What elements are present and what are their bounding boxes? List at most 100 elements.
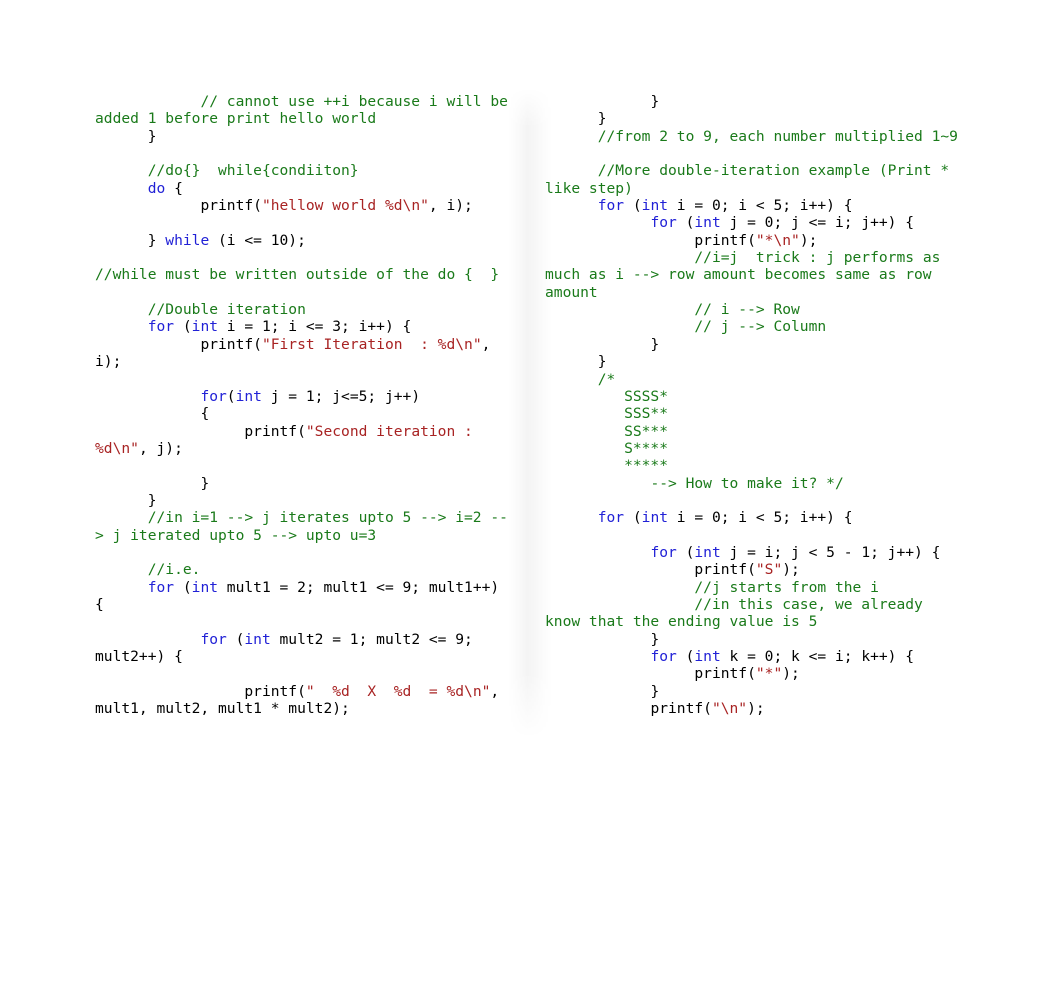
code-token-string: "*\n" (755, 231, 800, 249)
code-token-comment: //j starts from the i (545, 578, 879, 596)
code-line: for (int j = i; j < 5 - 1; j++) { (545, 544, 963, 561)
code-token-keyword: for (147, 318, 175, 336)
code-line: //while must be written outside of the d… (95, 266, 509, 283)
code-line: printf("First Iteration : %d\n", i); (95, 336, 509, 371)
code-line: /* (545, 371, 963, 388)
code-token-comment: //in this case, we already know that the… (545, 595, 932, 631)
code-line: } (95, 128, 509, 145)
code-token-string: "S" (755, 561, 783, 579)
code-token-comment: //do{} while{condiiton} (95, 162, 359, 180)
code-token-plain: ); (747, 700, 765, 718)
code-line: printf("*"); (545, 665, 963, 682)
code-line: SS*** (545, 423, 963, 440)
code-token-comment: // j --> Column (545, 318, 827, 336)
code-token-plain: ( (226, 387, 236, 405)
code-token-keyword: for (200, 630, 227, 648)
code-token-string: " %d X %d = %d\n" (305, 682, 491, 700)
code-token-comment: //i=j trick : j performs as much as i --… (545, 249, 950, 301)
code-line: } (545, 683, 963, 700)
code-token-keyword: for (147, 578, 175, 596)
code-token-keyword: for (650, 214, 677, 232)
code-line: //from 2 to 9, each number multiplied 1~… (545, 128, 963, 145)
code-token-plain: ( (174, 318, 192, 336)
code-token-keyword: for (200, 387, 227, 405)
code-token-keyword: int (641, 197, 669, 215)
code-token-plain: ); (782, 665, 800, 683)
code-token-string: "*" (755, 665, 783, 683)
code-line: for (int k = 0; k <= i; k++) { (545, 648, 963, 665)
code-token-keyword: while (165, 231, 210, 249)
code-column-left: // cannot use ++i because i will be adde… (95, 93, 509, 717)
code-token-comment: SSS** (545, 405, 669, 423)
code-token-plain: ( (676, 543, 695, 561)
code-token-comment: //from 2 to 9, each number multiplied 1~… (545, 127, 958, 145)
code-token-keyword: do (147, 179, 166, 197)
code-token-plain: } (545, 110, 607, 128)
code-line: ***** (545, 457, 963, 474)
code-column-right: } } //from 2 to 9, each number multiplie… (545, 93, 963, 717)
code-token-comment: //More double-iteration example (Print *… (545, 162, 958, 197)
code-token-keyword: int (694, 214, 721, 232)
code-line: //j starts from the i (545, 579, 963, 596)
code-token-string: "First Iteration : %d\n" (261, 335, 482, 353)
code-token-keyword: int (191, 318, 219, 336)
code-line: printf("\n"); (545, 700, 963, 717)
code-line: //do{} while{condiiton} (95, 162, 509, 179)
code-token-keyword: int (235, 387, 262, 405)
code-token-plain: } (545, 335, 660, 353)
code-line: S**** (545, 440, 963, 457)
code-token-plain: } (95, 231, 166, 249)
code-token-comment: SSSS* (545, 387, 669, 405)
code-token-comment: /* (545, 370, 616, 388)
code-line: for (int i = 0; i < 5; i++) { (545, 197, 963, 214)
code-token-plain: ( (624, 509, 642, 527)
code-token-plain: (i <= 10); (209, 231, 306, 249)
code-line: for (int i = 0; i < 5; i++) { (545, 509, 963, 526)
code-token-comment: --> How to make it? */ (545, 474, 844, 492)
code-token-plain: printf( (95, 422, 306, 440)
code-token-keyword: int (244, 630, 271, 648)
code-token-plain: printf( (95, 682, 306, 700)
code-line: } (545, 336, 963, 353)
code-line: // cannot use ++i because i will be adde… (95, 93, 509, 128)
code-token-keyword: for (650, 543, 677, 561)
code-line: } (95, 492, 509, 509)
code-token-keyword: for (597, 197, 625, 215)
code-token-keyword: int (694, 543, 721, 561)
code-line: //in this case, we already know that the… (545, 596, 963, 631)
code-line: do { (95, 180, 509, 197)
code-token-plain: { (165, 179, 183, 197)
code-token-plain: k = 0; k <= i; k++) { (720, 648, 915, 665)
code-token-plain: ); (782, 561, 800, 579)
code-token-plain: ( (174, 578, 192, 596)
code-line: { (95, 405, 509, 422)
code-token-plain: ); (799, 231, 818, 249)
code-token-plain: } (545, 353, 607, 371)
code-token-plain: } (95, 491, 157, 509)
code-line: } (545, 353, 963, 370)
code-line: --> How to make it? */ (545, 475, 963, 492)
code-token-comment: //while must be written outside of the d… (95, 266, 500, 284)
code-token-plain: printf( (545, 561, 756, 579)
code-line: for (int mult1 = 2; mult1 <= 9; mult1++)… (95, 579, 509, 614)
code-line: //More double-iteration example (Print *… (545, 162, 963, 197)
code-line: } (545, 631, 963, 648)
code-token-plain: i = 1; i <= 3; i++) { (218, 318, 412, 336)
code-line: // j --> Column (545, 318, 963, 335)
code-line: printf("hellow world %d\n", i); (95, 197, 509, 214)
code-token-comment: SS*** (545, 422, 669, 440)
